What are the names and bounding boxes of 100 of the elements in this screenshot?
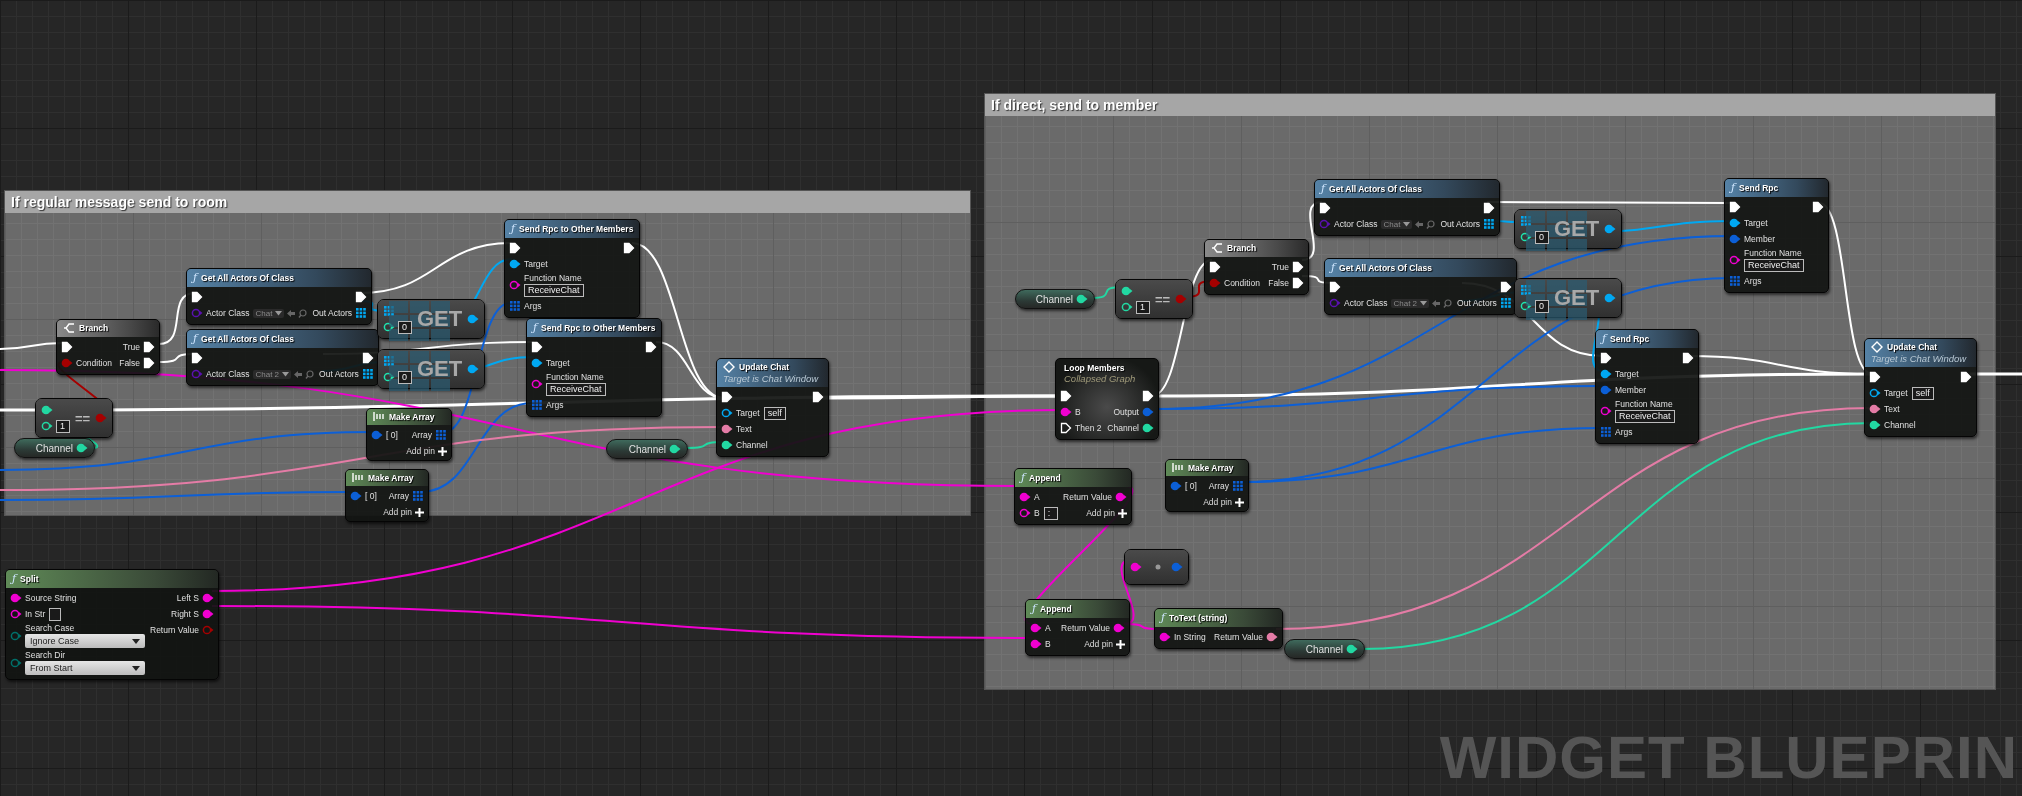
blueprint-node[interactable]: ƒ ToText (string) In String Return Value bbox=[1154, 608, 1283, 649]
pin-icon[interactable] bbox=[1121, 301, 1133, 313]
array-pin-icon[interactable] bbox=[1520, 284, 1532, 296]
pin-icon[interactable] bbox=[669, 443, 681, 455]
pin-icon[interactable] bbox=[1346, 643, 1358, 655]
pin-icon[interactable] bbox=[383, 371, 395, 383]
array-pin-icon[interactable] bbox=[412, 490, 424, 502]
pin-icon[interactable] bbox=[76, 442, 88, 454]
pin-icon[interactable] bbox=[1019, 507, 1031, 519]
blueprint-node[interactable]: Update Chat Target is Chat Window Target self Text Channel bbox=[1864, 338, 1977, 437]
variable-node[interactable]: Channel bbox=[1284, 639, 1365, 659]
blueprint-node[interactable]: Branch Condition True False bbox=[1204, 239, 1309, 295]
add-pin-button[interactable]: Add pin bbox=[1203, 495, 1244, 507]
pin-icon[interactable] bbox=[1030, 638, 1042, 650]
pin-icon[interactable] bbox=[531, 378, 543, 390]
blueprint-node[interactable]: 1 == bbox=[35, 398, 114, 438]
exec-pin-icon[interactable] bbox=[1319, 202, 1331, 214]
pin-icon[interactable] bbox=[1060, 406, 1072, 418]
pin-icon[interactable] bbox=[509, 279, 521, 291]
search-icon[interactable] bbox=[1426, 219, 1436, 229]
exec-pin-icon[interactable] bbox=[1682, 352, 1694, 364]
value-field[interactable]: : bbox=[1043, 506, 1058, 520]
exec-pin-icon[interactable] bbox=[1329, 281, 1341, 293]
exec-pin-icon[interactable] bbox=[1600, 352, 1612, 364]
pin-icon[interactable] bbox=[41, 404, 53, 416]
arrow-left-icon[interactable] bbox=[286, 308, 297, 318]
array-pin-icon[interactable] bbox=[1483, 218, 1496, 230]
search-icon[interactable] bbox=[305, 369, 315, 379]
input-field[interactable] bbox=[49, 607, 62, 621]
value-field[interactable]: 1 bbox=[1136, 300, 1150, 314]
array-pin-icon[interactable] bbox=[435, 429, 447, 441]
pin-icon[interactable] bbox=[1869, 403, 1881, 415]
exec-pin-icon[interactable] bbox=[361, 352, 374, 364]
value-field[interactable]: ReceiveChat bbox=[1744, 259, 1804, 272]
blueprint-node[interactable]: ƒ Get All Actors Of Class Actor Class Chat Out Actors bbox=[1314, 179, 1501, 236]
pin-icon[interactable] bbox=[1159, 631, 1171, 643]
blueprint-node[interactable]: 0 GET bbox=[1514, 278, 1623, 318]
search-icon[interactable] bbox=[298, 308, 308, 318]
exec-pin-icon[interactable] bbox=[191, 352, 203, 364]
blueprint-node[interactable]: ƒ Send Rpc to Other Members Target Function Name ReceiveChat Args bbox=[526, 318, 663, 417]
pin-icon[interactable] bbox=[1600, 368, 1612, 380]
arrow-left-icon[interactable] bbox=[1431, 298, 1442, 308]
pin-icon[interactable] bbox=[1121, 285, 1133, 297]
pin-icon[interactable] bbox=[1729, 217, 1741, 229]
exec-pin-icon[interactable] bbox=[1960, 371, 1972, 383]
blueprint-node[interactable]: ƒ Append A B Return Value Add pin bbox=[1025, 599, 1130, 656]
pin-icon[interactable] bbox=[1142, 422, 1154, 434]
value-field[interactable]: self bbox=[763, 406, 786, 420]
pin-icon[interactable] bbox=[383, 321, 395, 333]
blueprint-node[interactable]: 0 GET bbox=[377, 349, 486, 389]
pin-icon[interactable] bbox=[1600, 405, 1612, 417]
pin-icon[interactable] bbox=[467, 363, 480, 375]
array-pin-icon[interactable] bbox=[355, 307, 368, 319]
dropdown[interactable]: From Start bbox=[25, 661, 145, 675]
exec-pin-icon[interactable] bbox=[721, 391, 733, 403]
exec-pin-icon[interactable] bbox=[61, 341, 73, 353]
exec-pin-icon[interactable] bbox=[1869, 371, 1881, 383]
pin-icon[interactable] bbox=[1520, 300, 1532, 312]
exec-pin-icon[interactable] bbox=[1292, 261, 1304, 273]
exec-pin-icon[interactable] bbox=[1483, 202, 1496, 214]
value-field[interactable]: 1 bbox=[56, 419, 70, 433]
pin-icon[interactable] bbox=[1729, 254, 1741, 266]
blueprint-node[interactable]: Loop Members Collapsed Graph B Then 2 Output Channel bbox=[1055, 358, 1159, 440]
exec-pin-icon[interactable] bbox=[645, 341, 658, 353]
array-pin-icon[interactable] bbox=[509, 300, 521, 312]
variable-node[interactable]: Channel bbox=[606, 439, 688, 459]
class-dropdown[interactable]: Chat 2 bbox=[253, 369, 292, 379]
variable-node[interactable]: Channel bbox=[14, 438, 95, 458]
exec-pin-icon[interactable] bbox=[623, 242, 636, 254]
array-pin-icon[interactable] bbox=[1729, 275, 1741, 287]
blueprint-node[interactable]: ƒ Get All Actors Of Class Actor Class Chat Out Actors bbox=[186, 268, 373, 325]
exec-pin-icon[interactable] bbox=[1292, 277, 1304, 289]
pin-icon[interactable] bbox=[41, 420, 53, 432]
exec-pin-icon[interactable] bbox=[1060, 422, 1072, 434]
blueprint-node[interactable]: ƒ Append A B : Return Value Add pin bbox=[1014, 468, 1132, 525]
pin-icon[interactable] bbox=[1869, 419, 1881, 431]
value-field[interactable]: ReceiveChat bbox=[1615, 410, 1675, 423]
pin-icon[interactable] bbox=[1869, 387, 1881, 399]
value-field[interactable]: ReceiveChat bbox=[546, 383, 606, 396]
pin-icon[interactable] bbox=[467, 313, 480, 325]
exec-pin-icon[interactable] bbox=[531, 341, 543, 353]
exec-pin-icon[interactable] bbox=[1060, 390, 1072, 402]
array-pin-icon[interactable] bbox=[531, 399, 543, 411]
blueprint-node[interactable]: ƒ Send Rpc to Other Members Target Function Name ReceiveChat Args bbox=[504, 219, 641, 318]
pin-icon[interactable] bbox=[1266, 631, 1278, 643]
exec-pin-icon[interactable] bbox=[1499, 281, 1512, 293]
blueprint-node[interactable]: Branch Condition True False bbox=[56, 319, 160, 375]
value-field[interactable]: self bbox=[1911, 386, 1934, 400]
search-icon[interactable] bbox=[1443, 298, 1453, 308]
pin-icon[interactable] bbox=[721, 407, 733, 419]
blueprint-node[interactable]: ƒ Send Rpc Target Member Function Name ReceiveChat Args bbox=[1595, 329, 1699, 444]
exec-pin-icon[interactable] bbox=[1812, 201, 1824, 213]
pin-icon[interactable] bbox=[1019, 491, 1031, 503]
exec-pin-icon[interactable] bbox=[1209, 261, 1221, 273]
blueprint-node[interactable]: 0 GET bbox=[1514, 209, 1623, 249]
pin-icon[interactable] bbox=[202, 592, 214, 604]
dropdown[interactable]: Ignore Case bbox=[25, 634, 145, 648]
pin-icon[interactable] bbox=[1076, 293, 1088, 305]
pin-icon[interactable] bbox=[1604, 292, 1617, 304]
pin-icon[interactable] bbox=[202, 608, 214, 620]
